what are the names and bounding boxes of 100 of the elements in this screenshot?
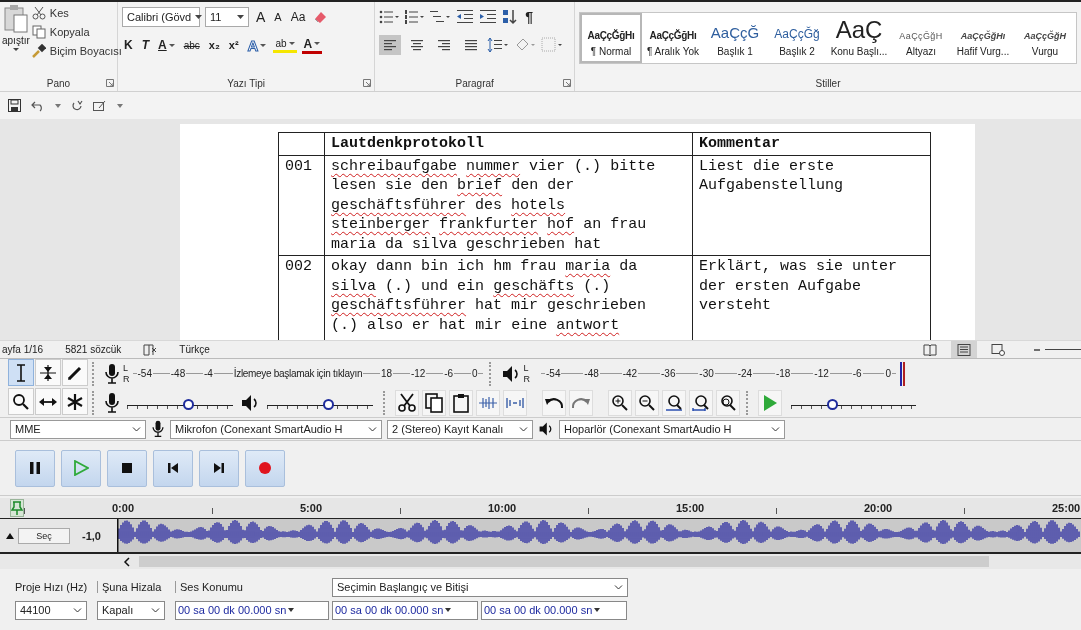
- silence-audio-button[interactable]: [503, 389, 527, 416]
- line-spacing-icon[interactable]: [487, 37, 510, 53]
- trim-audio-button[interactable]: [476, 389, 500, 416]
- pause-button[interactable]: [15, 449, 55, 487]
- decrease-indent-icon[interactable]: [456, 9, 475, 25]
- copy-button[interactable]: [422, 389, 446, 416]
- sub-button[interactable]: x₂: [206, 39, 222, 51]
- style-option[interactable]: AaÇçĞ Başlık 1: [704, 13, 766, 63]
- playback-device-dropdown[interactable]: Hoparlör (Conexant SmartAudio H: [559, 419, 785, 439]
- increase-indent-icon[interactable]: [479, 9, 498, 25]
- record-button[interactable]: [245, 449, 285, 487]
- zoom-toggle-button[interactable]: [716, 389, 740, 416]
- selection-mode-dropdown[interactable]: Seçimin Başlangıç ve Bitişi: [332, 577, 628, 597]
- save-icon[interactable]: [8, 99, 21, 112]
- shrink-font-button[interactable]: A: [272, 11, 284, 23]
- font-name-dropdown[interactable]: Calibri (Gövd: [122, 7, 200, 27]
- eraser-icon[interactable]: [312, 9, 329, 25]
- draw-tool-button[interactable]: [62, 359, 88, 386]
- fit-selection-button[interactable]: [662, 389, 686, 416]
- numbered-list-icon[interactable]: [404, 9, 425, 25]
- paste-button[interactable]: [449, 389, 473, 416]
- underline-button[interactable]: A: [156, 38, 177, 52]
- grow-font-button[interactable]: A: [254, 9, 268, 25]
- print-view-button[interactable]: [951, 341, 977, 358]
- audio-position-field[interactable]: 00 sa 00 dk 00.000 sn: [175, 600, 329, 620]
- slider-thumb[interactable]: [827, 398, 839, 410]
- timeshift-tool-button[interactable]: [35, 388, 61, 415]
- recording-device-dropdown[interactable]: Mikrofon (Conexant SmartAudio H: [170, 419, 382, 439]
- dialog-launcher-icon[interactable]: [363, 79, 372, 87]
- align-left-button[interactable]: [379, 35, 402, 55]
- timeline-ruler[interactable]: 0:00 5:00 10:00 15:00 20:00 25:00: [0, 498, 1081, 518]
- skip-end-button[interactable]: [199, 449, 239, 487]
- collapse-icon[interactable]: [6, 532, 14, 539]
- redo-button[interactable]: [569, 389, 593, 416]
- play-at-speed-button[interactable]: [758, 389, 782, 416]
- audio-host-dropdown[interactable]: MME: [10, 419, 146, 439]
- selection-end-field[interactable]: 00 sa 00 dk 00.000 sn: [481, 600, 627, 620]
- copy-button[interactable]: Kopyala: [31, 25, 122, 39]
- scroll-left-icon[interactable]: [123, 556, 131, 567]
- bullet-list-icon[interactable]: [379, 9, 400, 25]
- color-button[interactable]: A: [301, 36, 323, 54]
- italic-button[interactable]: T: [139, 38, 151, 52]
- sup-button[interactable]: x²: [226, 39, 241, 51]
- waveform[interactable]: [117, 519, 1081, 552]
- project-rate-dropdown[interactable]: 44100: [15, 600, 87, 620]
- scrollbar-thumb[interactable]: [139, 556, 989, 567]
- style-option[interactable]: AaÇçĞğ Başlık 2: [766, 13, 828, 63]
- scissors-icon: [31, 6, 46, 20]
- sort-icon[interactable]: [502, 9, 519, 25]
- slider-thumb[interactable]: [183, 398, 195, 410]
- fit-project-button[interactable]: [689, 389, 713, 416]
- painter-button[interactable]: Biçim Boyacısı: [31, 44, 122, 58]
- zoom-out-icon[interactable]: [1033, 347, 1041, 352]
- stop-button[interactable]: [107, 449, 147, 487]
- cut-button[interactable]: Kes: [31, 6, 122, 20]
- style-option[interactable]: AaÇçĞğHı Hafif Vurg...: [952, 13, 1014, 63]
- select-track-button[interactable]: Seç: [18, 527, 70, 544]
- caret-icon[interactable]: [55, 103, 61, 108]
- skip-start-button[interactable]: [153, 449, 193, 487]
- multilevel-list-icon[interactable]: [429, 9, 452, 25]
- style-option[interactable]: AaÇçĞğH Vurgu: [1014, 13, 1076, 63]
- caret-icon[interactable]: [117, 103, 123, 108]
- style-option[interactable]: AaÇçĞğHı ¶ Aralık Yok: [642, 13, 704, 63]
- select-tool-button[interactable]: [8, 359, 34, 386]
- show-formatting-button[interactable]: ¶: [523, 9, 536, 25]
- undo-icon[interactable]: [31, 99, 45, 112]
- zoom-tool-button[interactable]: [8, 388, 34, 415]
- dialog-launcher-icon[interactable]: [563, 79, 571, 87]
- bold-button[interactable]: K: [122, 38, 135, 52]
- microphone-icon[interactable]: [104, 362, 120, 385]
- paste-button[interactable]: apıştır: [2, 4, 30, 75]
- meter-tick-label: -36: [660, 368, 677, 379]
- meter-tick-label: 0: [470, 368, 479, 379]
- style-option[interactable]: AaÇ Konu Başlı...: [828, 13, 890, 63]
- pin-button[interactable]: [10, 499, 24, 517]
- style-option[interactable]: AaÇçĞğH Altyazı: [890, 13, 952, 63]
- style-option[interactable]: AaÇçĞğHı ¶ Normal: [580, 13, 642, 63]
- meter-tick-label: -12: [813, 368, 830, 379]
- play-icon: [762, 393, 778, 412]
- slider-thumb[interactable]: [323, 398, 335, 410]
- zoom-out-button[interactable]: [635, 389, 659, 416]
- dialog-launcher-icon[interactable]: [106, 79, 114, 87]
- undo-button[interactable]: [542, 389, 566, 416]
- cut-button[interactable]: [395, 389, 419, 416]
- zoom-in-button[interactable]: [608, 389, 632, 416]
- field-label: Şuna Hizala: [97, 581, 175, 593]
- envelope-tool-button[interactable]: [35, 359, 61, 386]
- recording-channels-dropdown[interactable]: 2 (Stereo) Kayıt Kanalı: [387, 419, 533, 439]
- touch-mode-icon[interactable]: [93, 99, 107, 112]
- strike-button[interactable]: abc: [181, 39, 202, 51]
- speaker-icon: [538, 421, 554, 437]
- highlight-button[interactable]: ab: [273, 37, 297, 53]
- snap-to-dropdown[interactable]: Kapalı: [97, 600, 165, 620]
- change-case-button[interactable]: Aa: [288, 10, 308, 24]
- proofing-icon[interactable]: [143, 343, 158, 356]
- multi-tool-button[interactable]: [62, 388, 88, 415]
- font-size-dropdown[interactable]: 11: [205, 7, 249, 27]
- selection-start-field[interactable]: 00 sa 00 dk 00.000 sn: [332, 600, 478, 620]
- table-cell: [278, 132, 325, 155]
- redo-icon[interactable]: [71, 99, 83, 112]
